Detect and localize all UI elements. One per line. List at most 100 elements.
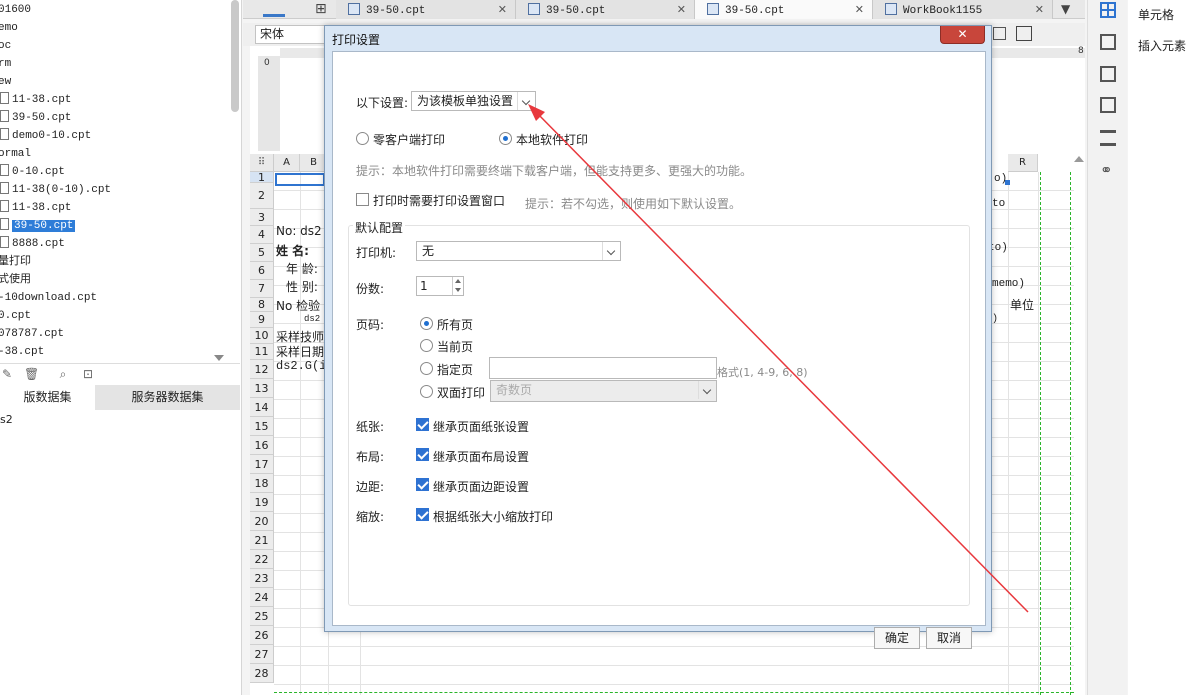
tree-item[interactable]: 39-50.cpt (0, 216, 76, 234)
tree-item[interactable]: ew (0, 72, 11, 90)
current-page-label[interactable]: 当前页 (437, 338, 473, 355)
tree-item[interactable]: oc (0, 36, 11, 54)
tree-item[interactable]: 量打印 (0, 252, 31, 270)
tree-item[interactable]: 0.cpt (0, 306, 31, 324)
all-pages-radio[interactable] (420, 317, 433, 330)
tree-item[interactable]: 式使用 (0, 270, 31, 288)
cell-text[interactable]: 单位 (1010, 296, 1034, 313)
row-header[interactable]: 3 (250, 209, 274, 226)
tree-item[interactable]: emo (0, 18, 18, 36)
row-header[interactable]: 5 (250, 244, 274, 262)
close-icon[interactable]: ✕ (498, 0, 507, 19)
cell-text[interactable]: No: ds2 (276, 224, 322, 238)
duplex-label[interactable]: 双面打印 (437, 384, 485, 401)
close-icon[interactable]: ✕ (677, 0, 686, 19)
tree-item[interactable]: 11-38.cpt (0, 90, 71, 108)
dialog-close-button[interactable]: ✕ (940, 26, 985, 44)
row-header[interactable]: 4 (250, 226, 274, 244)
cell-text[interactable]: ds2 (304, 314, 320, 324)
tab-file-3[interactable]: 39-50.cpt ✕ (695, 0, 873, 19)
row-header[interactable]: 8 (250, 298, 274, 312)
inherit-layout-label[interactable]: 继承页面布局设置 (433, 448, 529, 465)
tree-item[interactable]: rm (0, 54, 11, 72)
duplex-radio[interactable] (420, 385, 433, 398)
cancel-button[interactable]: 取消 (926, 627, 972, 649)
align-icon[interactable] (993, 27, 1006, 40)
close-icon[interactable]: ✕ (855, 0, 864, 19)
duplex-select[interactable]: 奇数页 (490, 380, 717, 402)
new-file-button[interactable] (263, 0, 285, 17)
cell-attributes-icon[interactable] (1100, 2, 1116, 18)
tab-file-1[interactable]: 39-50.cpt ✕ (336, 0, 516, 19)
row-header[interactable]: 7 (250, 280, 274, 298)
copies-stepper[interactable]: 1 (416, 276, 464, 296)
local-software-radio[interactable] (499, 132, 512, 145)
row-header[interactable]: 17 (250, 455, 274, 474)
ok-button[interactable]: 确定 (874, 627, 920, 649)
row-header[interactable]: 21 (250, 531, 274, 550)
specified-page-radio[interactable] (420, 362, 433, 375)
tree-item[interactable]: 11-38(0-10).cpt (0, 180, 111, 198)
zero-client-label[interactable]: 零客户端打印 (373, 131, 445, 148)
tree-item[interactable]: 01600 (0, 0, 31, 18)
cell-text[interactable]: to (992, 198, 1005, 210)
delete-icon[interactable]: 🗑 (24, 367, 39, 381)
show-print-dialog-checkbox[interactable] (356, 193, 369, 206)
dataset-item[interactable]: s2 (0, 413, 13, 426)
cell-text[interactable]: 采样日期 (276, 343, 324, 360)
row-header[interactable]: 10 (250, 328, 274, 344)
cell-text[interactable]: 年 龄: (286, 260, 318, 277)
row-header[interactable]: 12 (250, 360, 274, 379)
tree-item[interactable]: demo0-10.cpt (0, 126, 91, 144)
tree-collapse-arrow-icon[interactable] (214, 355, 224, 361)
decrement-icon[interactable] (452, 286, 463, 295)
tab-list-icon[interactable]: ▼ (1061, 0, 1070, 18)
tab-template-dataset[interactable]: 版数据集 (0, 385, 95, 410)
row-header[interactable]: 16 (250, 436, 274, 455)
tree-item[interactable]: ormal (0, 144, 31, 162)
grid-icon[interactable]: ⊞ (315, 1, 327, 17)
cell-text[interactable]: 性 别: (286, 278, 318, 295)
row-header[interactable]: 15 (250, 417, 274, 436)
border-icon[interactable] (1016, 26, 1032, 41)
inherit-paper-checkbox[interactable] (416, 418, 429, 431)
insert-element-label[interactable]: 插入元素 (1138, 37, 1186, 54)
tree-item[interactable]: 11-38.cpt (0, 198, 71, 216)
row-header[interactable]: 28 (250, 664, 274, 683)
row-header[interactable]: 2 (250, 183, 274, 209)
specified-page-input[interactable] (489, 357, 717, 379)
font-select[interactable]: 宋体 (255, 25, 325, 44)
row-header[interactable]: 24 (250, 588, 274, 607)
select-all-corner[interactable]: ⠿ (250, 154, 274, 172)
tree-item[interactable]: -38.cpt (0, 342, 44, 356)
cell-text[interactable]: o) (994, 173, 1007, 185)
row-header[interactable]: 26 (250, 626, 274, 645)
row-header[interactable]: 19 (250, 493, 274, 512)
tree-item[interactable]: 39-50.cpt (0, 108, 71, 126)
setting-scope-select[interactable]: 为该模板单独设置 (411, 91, 536, 111)
link-icon[interactable]: ⚭ (1100, 162, 1116, 178)
float-element-icon[interactable] (1100, 66, 1116, 82)
tab-file-4[interactable]: WorkBook1155 ✕ (873, 0, 1053, 19)
row-header[interactable]: 27 (250, 645, 274, 664)
tree-item[interactable]: 8888.cpt (0, 234, 65, 252)
tree-item[interactable]: -10download.cpt (0, 288, 97, 306)
local-software-label[interactable]: 本地软件打印 (516, 131, 588, 148)
tree-item[interactable]: 078787.cpt (0, 324, 64, 342)
tree-scrollbar[interactable] (231, 0, 239, 112)
close-icon[interactable]: ✕ (1035, 0, 1044, 19)
tree-item[interactable]: 0-10.cpt (0, 162, 65, 180)
scale-to-paper-label[interactable]: 根据纸张大小缩放打印 (433, 508, 553, 525)
data-preview-icon[interactable]: ⊡ (81, 367, 95, 381)
preview-icon[interactable]: ⌕ (56, 367, 70, 381)
row-header[interactable]: 25 (250, 607, 274, 626)
widget-icon[interactable] (1100, 97, 1116, 113)
show-print-dialog-label[interactable]: 打印时需要打印设置窗口 (373, 192, 505, 209)
cell-text[interactable]: ds2.G(i (276, 359, 326, 373)
row-header[interactable]: 20 (250, 512, 274, 531)
all-pages-label[interactable]: 所有页 (437, 316, 473, 333)
edit-icon[interactable]: ✎ (0, 367, 14, 381)
increment-icon[interactable] (452, 277, 463, 286)
specified-page-label[interactable]: 指定页 (437, 361, 473, 378)
row-header[interactable]: 9 (250, 312, 274, 328)
